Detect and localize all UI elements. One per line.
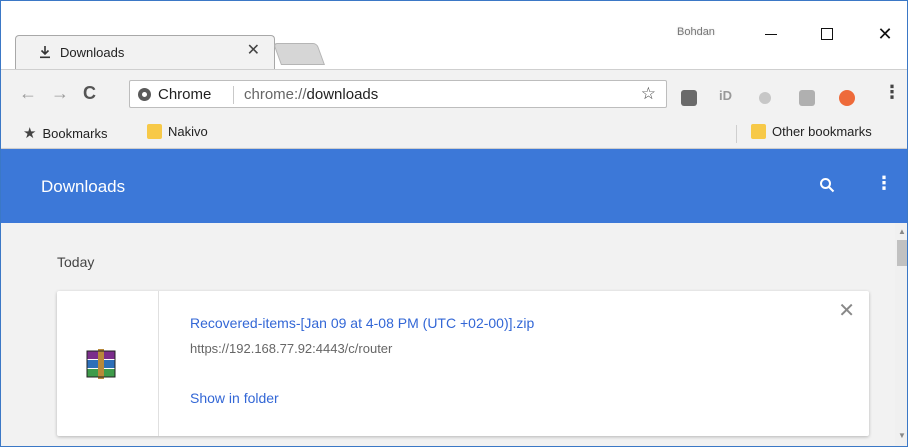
bookmarks-bar: ★ Bookmarks Nakivo Other bookmarks — [1, 117, 907, 149]
url-path: downloads — [306, 86, 379, 103]
extension-2-icon[interactable]: iD — [719, 88, 735, 104]
scroll-thumb[interactable] — [897, 240, 907, 266]
star-icon: ★ — [23, 125, 37, 142]
date-heading: Today — [57, 254, 95, 270]
scroll-up-arrow-icon[interactable]: ▲ — [898, 227, 906, 236]
forward-button[interactable]: → — [51, 84, 69, 102]
bookmark-label: Nakivo — [168, 124, 208, 139]
downloads-header: Downloads ⋮ — [1, 149, 907, 223]
address-bar[interactable]: Chrome chrome://downloads ☆ — [129, 80, 667, 108]
bookmarks-label: Bookmarks — [42, 125, 108, 141]
url-scheme: chrome:// — [244, 86, 307, 103]
file-icon-area — [57, 291, 159, 436]
extension-3-icon[interactable] — [759, 92, 771, 104]
extension-1-icon[interactable] — [681, 90, 697, 106]
reload-button[interactable]: C — [83, 84, 96, 102]
other-bookmarks-label: Other bookmarks — [772, 124, 872, 139]
browser-toolbar: ← → C Chrome chrome://downloads ☆ iD ⋮ — [1, 69, 907, 117]
new-tab-button[interactable] — [272, 43, 326, 65]
title-bar: Downloads ✕ Bohdan ✕ — [1, 1, 907, 69]
profile-name[interactable]: Bohdan — [677, 26, 715, 38]
folder-icon — [751, 124, 766, 139]
remove-item-close-icon[interactable]: ✕ — [838, 301, 855, 321]
show-in-folder-link[interactable]: Show in folder — [190, 390, 279, 406]
tab-downloads[interactable]: Downloads ✕ — [15, 35, 275, 69]
winrar-archive-icon — [86, 349, 116, 379]
source-url: https://192.168.77.92:4443/c/router — [190, 341, 393, 356]
downloads-list: Today Recovered-items-[Jan 09 at 4-08 PM… — [1, 223, 895, 446]
maximize-icon — [821, 28, 833, 40]
browser-menu-icon[interactable]: ⋮ — [883, 83, 901, 101]
other-bookmarks[interactable]: Other bookmarks — [751, 124, 872, 139]
url-text[interactable]: chrome://downloads — [244, 86, 378, 103]
minimize-icon — [765, 33, 777, 35]
vertical-scrollbar[interactable]: ▲ ▼ — [895, 223, 907, 446]
minimize-button[interactable] — [751, 23, 791, 45]
folder-icon — [147, 124, 162, 139]
download-icon — [40, 46, 50, 59]
bookmarks-divider — [736, 125, 737, 143]
extension-5-icon[interactable] — [839, 90, 855, 106]
tab-close-icon[interactable]: ✕ — [247, 43, 260, 59]
back-button[interactable]: ← — [19, 84, 37, 102]
chrome-page-icon — [138, 88, 151, 101]
tab-title: Downloads — [60, 45, 125, 60]
close-window-button[interactable]: ✕ — [865, 23, 905, 45]
search-icon[interactable] — [819, 177, 835, 193]
bookmarks-menu[interactable]: ★ Bookmarks — [23, 124, 107, 142]
bookmark-folder-nakivo[interactable]: Nakivo — [147, 124, 208, 139]
extension-4-icon[interactable] — [799, 90, 815, 106]
site-chip: Chrome — [158, 86, 212, 103]
file-name-link[interactable]: Recovered-items-[Jan 09 at 4-08 PM (UTC … — [190, 315, 534, 331]
bookmark-star-icon[interactable]: ☆ — [641, 84, 656, 104]
address-divider — [233, 86, 234, 104]
close-icon: ✕ — [877, 23, 893, 44]
download-item: Recovered-items-[Jan 09 at 4-08 PM (UTC … — [57, 291, 869, 436]
more-options-icon[interactable]: ⋮ — [875, 173, 893, 194]
scroll-down-arrow-icon[interactable]: ▼ — [898, 431, 906, 440]
maximize-button[interactable] — [807, 23, 847, 45]
page-title: Downloads — [41, 177, 126, 196]
browser-window: Downloads ✕ Bohdan ✕ ← → C Chrome chrome… — [0, 0, 908, 447]
